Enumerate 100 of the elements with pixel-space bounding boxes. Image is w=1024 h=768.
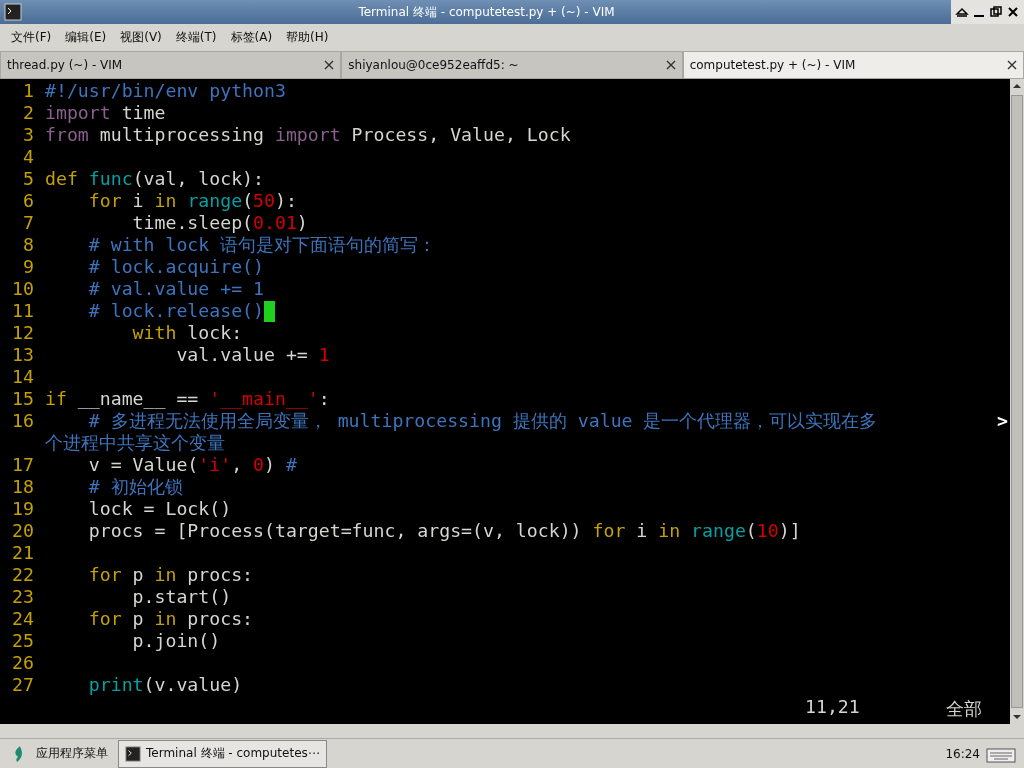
line-number: 13 (11, 344, 34, 366)
menu-item[interactable]: 标签(A) (225, 26, 278, 48)
code-token: i (131, 190, 145, 212)
line-number: 11 (11, 300, 34, 322)
code-token: , (231, 454, 244, 476)
code-token: lock: (186, 322, 243, 344)
code-token: ( (242, 190, 254, 212)
line-number: 2 (22, 102, 34, 124)
line-number: 22 (11, 564, 34, 586)
scroll-position: 全部 (945, 697, 982, 720)
code-token: procs: (186, 608, 254, 630)
code-token: print (87, 674, 144, 696)
code-token: if (45, 388, 67, 410)
line-number: 23 (11, 586, 34, 608)
line-number: 6 (22, 190, 34, 212)
code-token: for (87, 608, 122, 630)
line-number: 26 (11, 652, 34, 674)
line-number: 27 (11, 674, 34, 696)
close-icon[interactable] (324, 60, 335, 70)
line-number: 20 (11, 520, 34, 542)
line-number: 7 (22, 212, 34, 234)
code-token: p.start() (131, 586, 232, 608)
line-number: 14 (11, 366, 34, 388)
close-icon[interactable] (1007, 60, 1017, 70)
line-number: 10 (11, 278, 34, 300)
code-token: v = Value( (87, 454, 199, 476)
code-token: in (658, 520, 682, 542)
code-token: for (87, 564, 122, 586)
maximize-icon[interactable] (989, 5, 1003, 19)
menu-item[interactable]: 终端(T) (170, 26, 222, 48)
code-token: lock = Lock() (87, 498, 232, 520)
menu-item[interactable]: 视图(V) (115, 26, 167, 48)
code-token: # (285, 454, 297, 476)
code-token: __name__ == (76, 388, 200, 410)
code-token: range (187, 190, 243, 212)
code-token: # lock.acquire() (87, 256, 264, 278)
code-token: 10 (756, 520, 779, 542)
code-token: p.join() (131, 630, 221, 652)
code-token: # val.value += 1 (87, 278, 264, 300)
tab[interactable]: thread.py (~) - VIM (0, 51, 342, 79)
close-icon[interactable] (665, 60, 676, 70)
code-token: for (87, 190, 122, 212)
line-number: 25 (11, 630, 34, 652)
line-number: 12 (11, 322, 34, 344)
scroll-down-icon[interactable] (1012, 712, 1022, 722)
scrollbar-thumb[interactable] (1011, 95, 1023, 708)
code-token: in (154, 190, 178, 212)
line-number: 21 (11, 542, 34, 564)
code-token: 0 (253, 454, 265, 476)
line-number: 1 (22, 80, 34, 102)
line-number: 24 (11, 608, 34, 630)
code-token: ) (264, 454, 276, 476)
code-token: for (592, 520, 626, 542)
menu-item[interactable]: 编辑(E) (60, 26, 112, 48)
code-token: (v.value) (143, 674, 243, 696)
line-number: 17 (11, 454, 34, 476)
cursor-position: 11,21 (805, 696, 860, 719)
line-number: 9 (22, 256, 34, 278)
taskbar-button[interactable]: Terminal 终端 - computetes⋯ (118, 739, 327, 768)
line-number: 4 (22, 146, 34, 168)
code-token: time.sleep( (131, 212, 254, 234)
code-token: procs: (186, 564, 254, 586)
code-token: 50 (253, 190, 275, 212)
code-token: in (154, 564, 177, 586)
code-token: ( (745, 520, 757, 542)
line-number: 8 (22, 234, 34, 256)
code-token: # 初始化锁 (87, 476, 183, 498)
clock: 16:24 (945, 746, 980, 761)
code-token: Process, Value, Lock (350, 124, 571, 146)
line-number: 19 (11, 498, 34, 520)
scrollbar[interactable] (1010, 79, 1024, 724)
applications-menu[interactable]: 应用程序菜单 (34, 743, 110, 764)
wrap-marker: > (997, 410, 1008, 432)
code-token: # lock.release() (87, 300, 264, 322)
code-token: in (154, 608, 177, 630)
code-token: with (131, 322, 177, 344)
line-number: 15 (11, 388, 34, 410)
terminal-icon (4, 3, 22, 21)
code-token: ) (296, 212, 308, 234)
code-token: i (635, 520, 649, 542)
code-token: procs = [Process(target=func, args=(v, lock)) (87, 520, 583, 542)
line-number: 16 (11, 410, 34, 432)
code-token: val.value += (175, 344, 309, 366)
close-icon[interactable] (1006, 5, 1020, 19)
menu-item[interactable]: 文件(F) (6, 26, 57, 48)
code-token: ): (275, 190, 297, 212)
code-token: 个进程中共享这个变量 (45, 432, 225, 454)
tab[interactable]: computetest.py + (~) - VIM (682, 51, 1024, 79)
menu-item[interactable]: 帮助(H) (281, 26, 334, 48)
code-token: #!/usr/bin/env python3 (45, 80, 286, 102)
scroll-up-icon[interactable] (1012, 81, 1022, 91)
code-token: time (120, 102, 166, 124)
tab[interactable]: shiyanlou@0ce952eaffd5: ~ (341, 51, 683, 79)
code-token: # 多进程无法使用全局变量， multiprocessing 提供的 value 是一个代理器，可以实现在多 (87, 410, 878, 432)
shade-icon[interactable] (955, 5, 969, 19)
line-number: 3 (22, 124, 34, 146)
code-token: '__main__' (209, 388, 319, 410)
code-token: range (691, 520, 746, 542)
code-token: 0.01 (253, 212, 297, 234)
code-token: def (45, 168, 79, 190)
